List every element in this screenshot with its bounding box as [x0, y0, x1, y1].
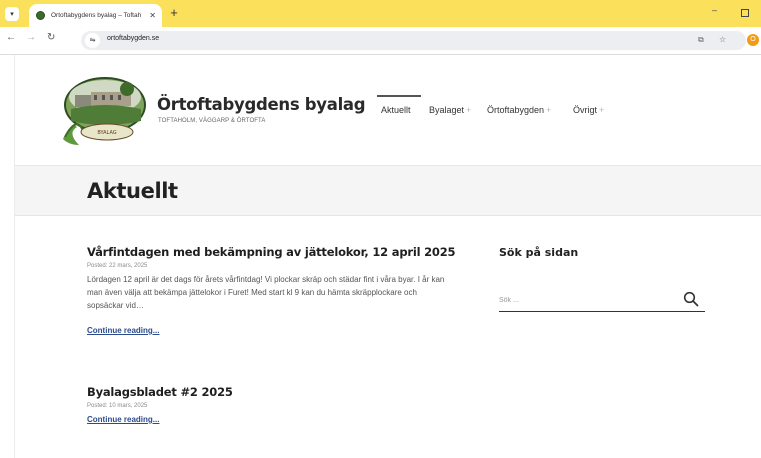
search-form [499, 289, 705, 312]
submenu-plus-icon[interactable]: + [599, 105, 604, 115]
search-widget-title: Sök på sidan [499, 246, 579, 259]
nav-item-aktuellt[interactable]: Aktuellt [381, 105, 411, 115]
site-header: BYALAG Örtoftabygdens byalag TOFTAHOLM, … [15, 55, 761, 166]
continue-reading-link[interactable]: Continue reading... [87, 415, 159, 424]
post-title[interactable]: Vårfintdagen med bekämpning av jätteloko… [87, 245, 457, 259]
nav-item-label: Byalaget [429, 105, 465, 115]
nav-item-label: Örtoftabygden [487, 105, 545, 115]
submenu-plus-icon[interactable]: + [546, 105, 551, 115]
site-logo-image: BYALAG [63, 77, 146, 145]
nav-item-label: Övrigt [573, 105, 598, 115]
search-icon[interactable] [683, 291, 699, 307]
post-excerpt: Lördagen 12 april är det dags för årets … [87, 275, 445, 310]
minimize-window-button[interactable]: – [712, 5, 717, 15]
address-bar[interactable]: ⇋ ortoftabygden.se ⧉ ☆ [81, 31, 746, 50]
page-title-band: Aktuellt [15, 166, 761, 216]
logo-banner-text: BYALAG [97, 130, 116, 136]
tab-close-icon[interactable]: ✕ [149, 11, 156, 20]
web-page: BYALAG Örtoftabygdens byalag TOFTAHOLM, … [14, 55, 761, 458]
tab-strip: ▾ Örtoftabygdens byalag – Toftah ✕ + – [0, 0, 761, 27]
tab-search-button[interactable]: ▾ [5, 7, 19, 21]
page-title: Aktuellt [87, 179, 178, 203]
submenu-plus-icon[interactable]: + [466, 105, 471, 115]
url-text[interactable]: ortoftabygden.se [107, 35, 159, 42]
post-item: Vårfintdagen med bekämpning av jätteloko… [87, 245, 457, 338]
nav-item-byalaget[interactable]: Byalaget + [429, 105, 471, 115]
nav-item-ortoftabygden[interactable]: Örtoftabygden + [487, 105, 551, 115]
site-info-icon[interactable]: ⇋ [85, 33, 100, 48]
reload-icon[interactable]: ↻ [47, 32, 55, 43]
forward-arrow-icon[interactable]: → [26, 32, 36, 43]
profile-avatar[interactable]: O [747, 34, 759, 46]
post-title[interactable]: Byalagsbladet #2 2025 [87, 385, 457, 399]
active-nav-indicator [377, 95, 421, 97]
tab-title: Örtoftabygdens byalag – Toftah [51, 12, 142, 19]
sidebar: Sök på sidan [499, 246, 705, 312]
site-logo[interactable]: BYALAG [61, 75, 157, 149]
post-item: Byalagsbladet #2 2025 Posted: 10 mars, 2… [87, 385, 457, 427]
nav-item-label: Aktuellt [381, 105, 411, 115]
translate-icon[interactable]: ⧉ [698, 35, 704, 45]
search-input[interactable] [499, 292, 669, 308]
nav-item-ovrigt[interactable]: Övrigt + [573, 105, 604, 115]
post-date: Posted: 10 mars, 2025 [87, 403, 148, 409]
continue-reading-link[interactable]: Continue reading... [87, 326, 159, 335]
new-tab-button[interactable]: + [167, 6, 181, 20]
site-tagline: TOFTAHOLM, VÄGGARP & ÖRTOFTA [158, 118, 266, 124]
browser-toolbar: ← → ↻ ⇋ ortoftabygden.se ⧉ ☆ O [0, 27, 761, 55]
browser-tab[interactable]: Örtoftabygdens byalag – Toftah ✕ [29, 4, 162, 27]
bookmark-star-icon[interactable]: ☆ [719, 35, 726, 44]
back-arrow-icon[interactable]: ← [6, 32, 16, 43]
post-date: Posted: 22 mars, 2025 [87, 263, 148, 269]
site-title[interactable]: Örtoftabygdens byalag [157, 95, 366, 114]
site-favicon-icon [36, 11, 45, 20]
maximize-window-button[interactable] [741, 9, 749, 17]
